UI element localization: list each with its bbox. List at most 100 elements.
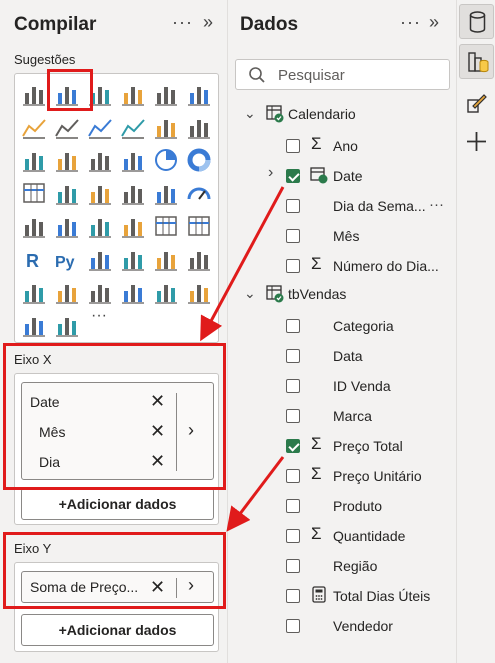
- data-more-options-button[interactable]: ···: [400, 12, 421, 33]
- field-checkbox[interactable]: [286, 559, 300, 573]
- field-row[interactable]: Categoria: [244, 312, 454, 342]
- field-row[interactable]: ID Venda: [244, 372, 454, 402]
- field-checkbox[interactable]: [286, 139, 300, 153]
- waterfall-icon[interactable]: [54, 147, 80, 173]
- power-automate-icon[interactable]: [120, 279, 146, 305]
- map-icon[interactable]: [54, 180, 80, 206]
- gauge-icon[interactable]: [186, 180, 212, 206]
- suggestions-label: Sugestões: [14, 52, 76, 67]
- filled-map-icon[interactable]: [87, 180, 113, 206]
- stacked-area-icon[interactable]: [87, 114, 113, 140]
- expand-chevron-icon[interactable]: ›: [268, 164, 273, 182]
- kpi-icon[interactable]: [87, 213, 113, 239]
- line-clustered-icon[interactable]: [186, 114, 212, 140]
- add-pane-button[interactable]: [459, 124, 494, 159]
- field-name: Ano: [333, 138, 358, 154]
- field-checkbox[interactable]: [286, 589, 300, 603]
- goals-icon[interactable]: [21, 279, 47, 305]
- azure-map-icon[interactable]: [153, 180, 179, 206]
- area-chart-icon[interactable]: [54, 114, 80, 140]
- new-card-icon[interactable]: [186, 279, 212, 305]
- area-100-icon[interactable]: [120, 114, 146, 140]
- search-input[interactable]: Pesquisar: [278, 67, 345, 84]
- r-visual-icon[interactable]: R: [21, 246, 47, 272]
- field-checkbox[interactable]: [286, 229, 300, 243]
- field-row[interactable]: Σ Preço Unitário: [244, 462, 454, 492]
- field-name: Mês: [333, 228, 360, 244]
- diamond-visual-icon[interactable]: [21, 312, 47, 338]
- field-row[interactable]: Vendedor: [244, 612, 454, 642]
- field-checkbox[interactable]: [286, 319, 300, 333]
- field-more-options-button[interactable]: ···: [429, 196, 444, 213]
- field-row[interactable]: Produto: [244, 492, 454, 522]
- table-name: Calendario: [288, 106, 356, 122]
- ribbon-chart-icon[interactable]: [21, 147, 47, 173]
- format-pane-toggle-button[interactable]: [459, 86, 494, 121]
- search-box[interactable]: Pesquisar: [235, 59, 450, 90]
- field-checkbox[interactable]: [286, 169, 300, 183]
- sigma-icon: Σ: [311, 434, 322, 453]
- data-pane-toggle-button[interactable]: [459, 4, 494, 39]
- scatter-icon[interactable]: [120, 147, 146, 173]
- field-checkbox[interactable]: [286, 439, 300, 453]
- field-checkbox[interactable]: [286, 259, 300, 273]
- line-column-icon[interactable]: [153, 114, 179, 140]
- key-influencers-icon[interactable]: [87, 246, 113, 272]
- multi-row-card-icon[interactable]: [54, 213, 80, 239]
- field-checkbox[interactable]: [286, 199, 300, 213]
- field-row[interactable]: Dia da Sema... ···: [244, 192, 454, 222]
- arcgis-icon[interactable]: [153, 279, 179, 305]
- slicer-icon[interactable]: [120, 213, 146, 239]
- line-chart-icon[interactable]: [21, 114, 47, 140]
- field-checkbox[interactable]: [286, 529, 300, 543]
- field-checkbox[interactable]: [286, 379, 300, 393]
- field-checkbox[interactable]: [286, 469, 300, 483]
- field-checkbox[interactable]: [286, 409, 300, 423]
- python-visual-icon[interactable]: Py: [54, 246, 80, 272]
- field-row[interactable]: Região: [244, 552, 454, 582]
- funnel-icon[interactable]: [87, 147, 113, 173]
- field-row[interactable]: Σ Quantidade: [244, 522, 454, 552]
- clustered-bar-icon[interactable]: [120, 81, 146, 107]
- narrative-icon[interactable]: [186, 246, 212, 272]
- power-apps-icon[interactable]: [87, 279, 113, 305]
- build-pane-toggle-button[interactable]: [459, 44, 494, 79]
- field-checkbox[interactable]: [286, 619, 300, 633]
- column-100-icon[interactable]: [186, 81, 212, 107]
- field-name: Date: [333, 168, 363, 184]
- shape-map-icon[interactable]: [120, 180, 146, 206]
- field-row[interactable]: Σ Preço Total: [244, 432, 454, 462]
- field-row[interactable]: Σ Ano: [244, 132, 454, 162]
- data-collapse-button[interactable]: »: [429, 12, 439, 33]
- gallery-more-button[interactable]: ···: [91, 307, 107, 325]
- table-icon[interactable]: [153, 213, 179, 239]
- field-checkbox[interactable]: [286, 349, 300, 363]
- field-row[interactable]: Marca: [244, 402, 454, 432]
- table-node[interactable]: ⌄ tbVendas: [244, 282, 454, 312]
- pie-chart-icon[interactable]: [153, 147, 179, 173]
- decomposition-tree-icon[interactable]: [120, 246, 146, 272]
- stacked-bar-icon[interactable]: [21, 81, 47, 107]
- chevron-visual-icon[interactable]: [54, 312, 80, 338]
- field-row[interactable]: › Date: [244, 162, 454, 192]
- card-icon[interactable]: [21, 213, 47, 239]
- build-visual-icon: [468, 52, 489, 73]
- stacked-bar-100-icon[interactable]: [153, 81, 179, 107]
- paginated-report-icon[interactable]: [54, 279, 80, 305]
- field-row[interactable]: Mês: [244, 222, 454, 252]
- build-more-options-button[interactable]: ···: [172, 12, 193, 33]
- treemap-icon[interactable]: [21, 180, 47, 206]
- field-row[interactable]: Data: [244, 342, 454, 372]
- collapse-chevron-icon[interactable]: ⌄: [244, 105, 256, 122]
- x-add-data-button[interactable]: +Adicionar dados: [21, 488, 214, 520]
- donut-chart-icon[interactable]: [186, 147, 212, 173]
- qa-icon[interactable]: [153, 246, 179, 272]
- collapse-chevron-icon[interactable]: ⌄: [244, 285, 256, 302]
- build-collapse-button[interactable]: »: [203, 12, 213, 33]
- field-row[interactable]: Total Dias Úteis: [244, 582, 454, 612]
- field-checkbox[interactable]: [286, 499, 300, 513]
- table-node[interactable]: ⌄ Calendario: [244, 102, 454, 132]
- field-row[interactable]: Σ Número do Dia...: [244, 252, 454, 282]
- y-add-data-button[interactable]: +Adicionar dados: [21, 614, 214, 646]
- matrix-icon[interactable]: [186, 213, 212, 239]
